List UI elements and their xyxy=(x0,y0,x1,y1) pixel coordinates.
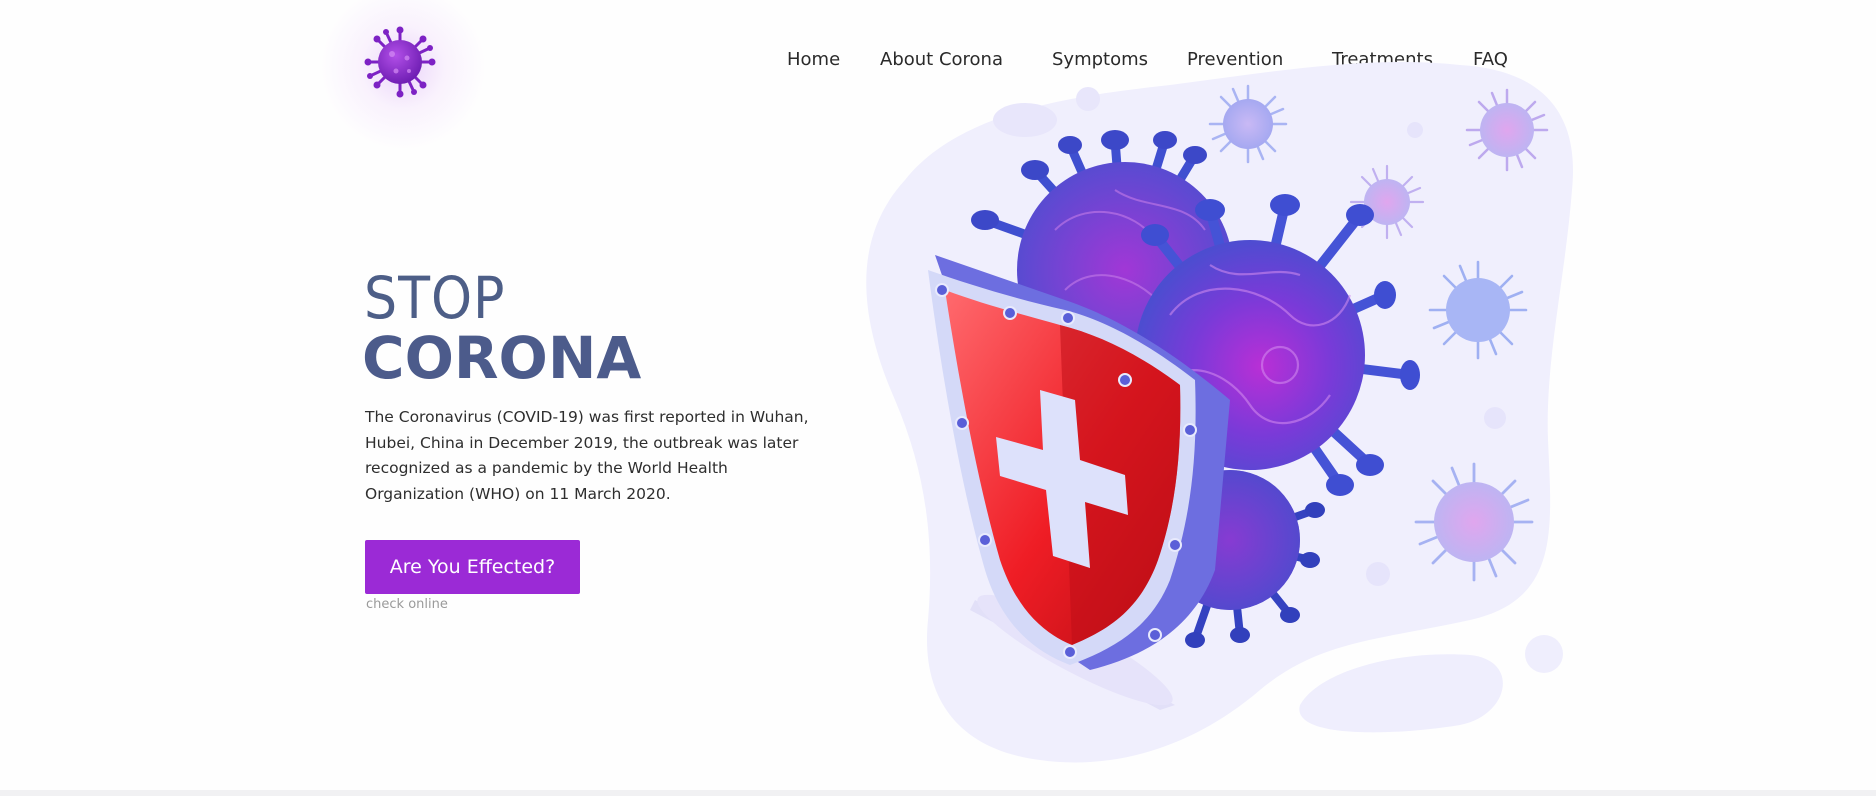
blob-dot xyxy=(1407,122,1423,138)
small-virus-3 xyxy=(1349,164,1425,240)
nav-faq[interactable]: FAQ xyxy=(1473,47,1508,73)
blob-dot xyxy=(1366,562,1390,586)
nav-home[interactable]: Home xyxy=(787,47,840,73)
shield-shadow xyxy=(970,600,1175,710)
large-virus-lower xyxy=(1160,470,1325,648)
nav-about-corona[interactable]: About Corona xyxy=(880,47,1003,73)
nav-symptoms[interactable]: Symptoms xyxy=(1052,47,1148,73)
blob-dot xyxy=(1076,87,1100,111)
small-virus-2 xyxy=(1465,88,1549,172)
small-virus-1 xyxy=(1208,84,1288,164)
are-you-effected-button[interactable]: Are You Effected? xyxy=(365,540,580,594)
hero-title-stop: STOP xyxy=(364,264,506,332)
small-virus-4 xyxy=(1428,260,1528,360)
nav-prevention[interactable]: Prevention xyxy=(1187,47,1283,73)
shield-shadow xyxy=(977,594,1173,706)
check-online-caption: check online xyxy=(366,597,448,612)
blob-dot xyxy=(1299,654,1503,733)
background-blob xyxy=(866,61,1574,763)
main-nav: Home About Corona Symptoms Prevention Tr… xyxy=(0,47,1876,73)
blob-dot xyxy=(1525,635,1563,673)
hero-title-corona: CORONA xyxy=(362,324,642,392)
small-virus-5 xyxy=(1414,462,1534,582)
shield xyxy=(928,255,1230,670)
blob-dot xyxy=(993,103,1057,137)
page-bottom-divider xyxy=(0,790,1876,796)
nav-treatments[interactable]: Treatments xyxy=(1332,47,1433,73)
large-virus-back xyxy=(971,130,1233,378)
large-virus-front xyxy=(1135,194,1420,496)
virus-shield-illustration xyxy=(866,61,1574,763)
blob-dot xyxy=(1484,407,1506,429)
hero-description: The Coronavirus (COVID-19) was first rep… xyxy=(365,408,809,503)
